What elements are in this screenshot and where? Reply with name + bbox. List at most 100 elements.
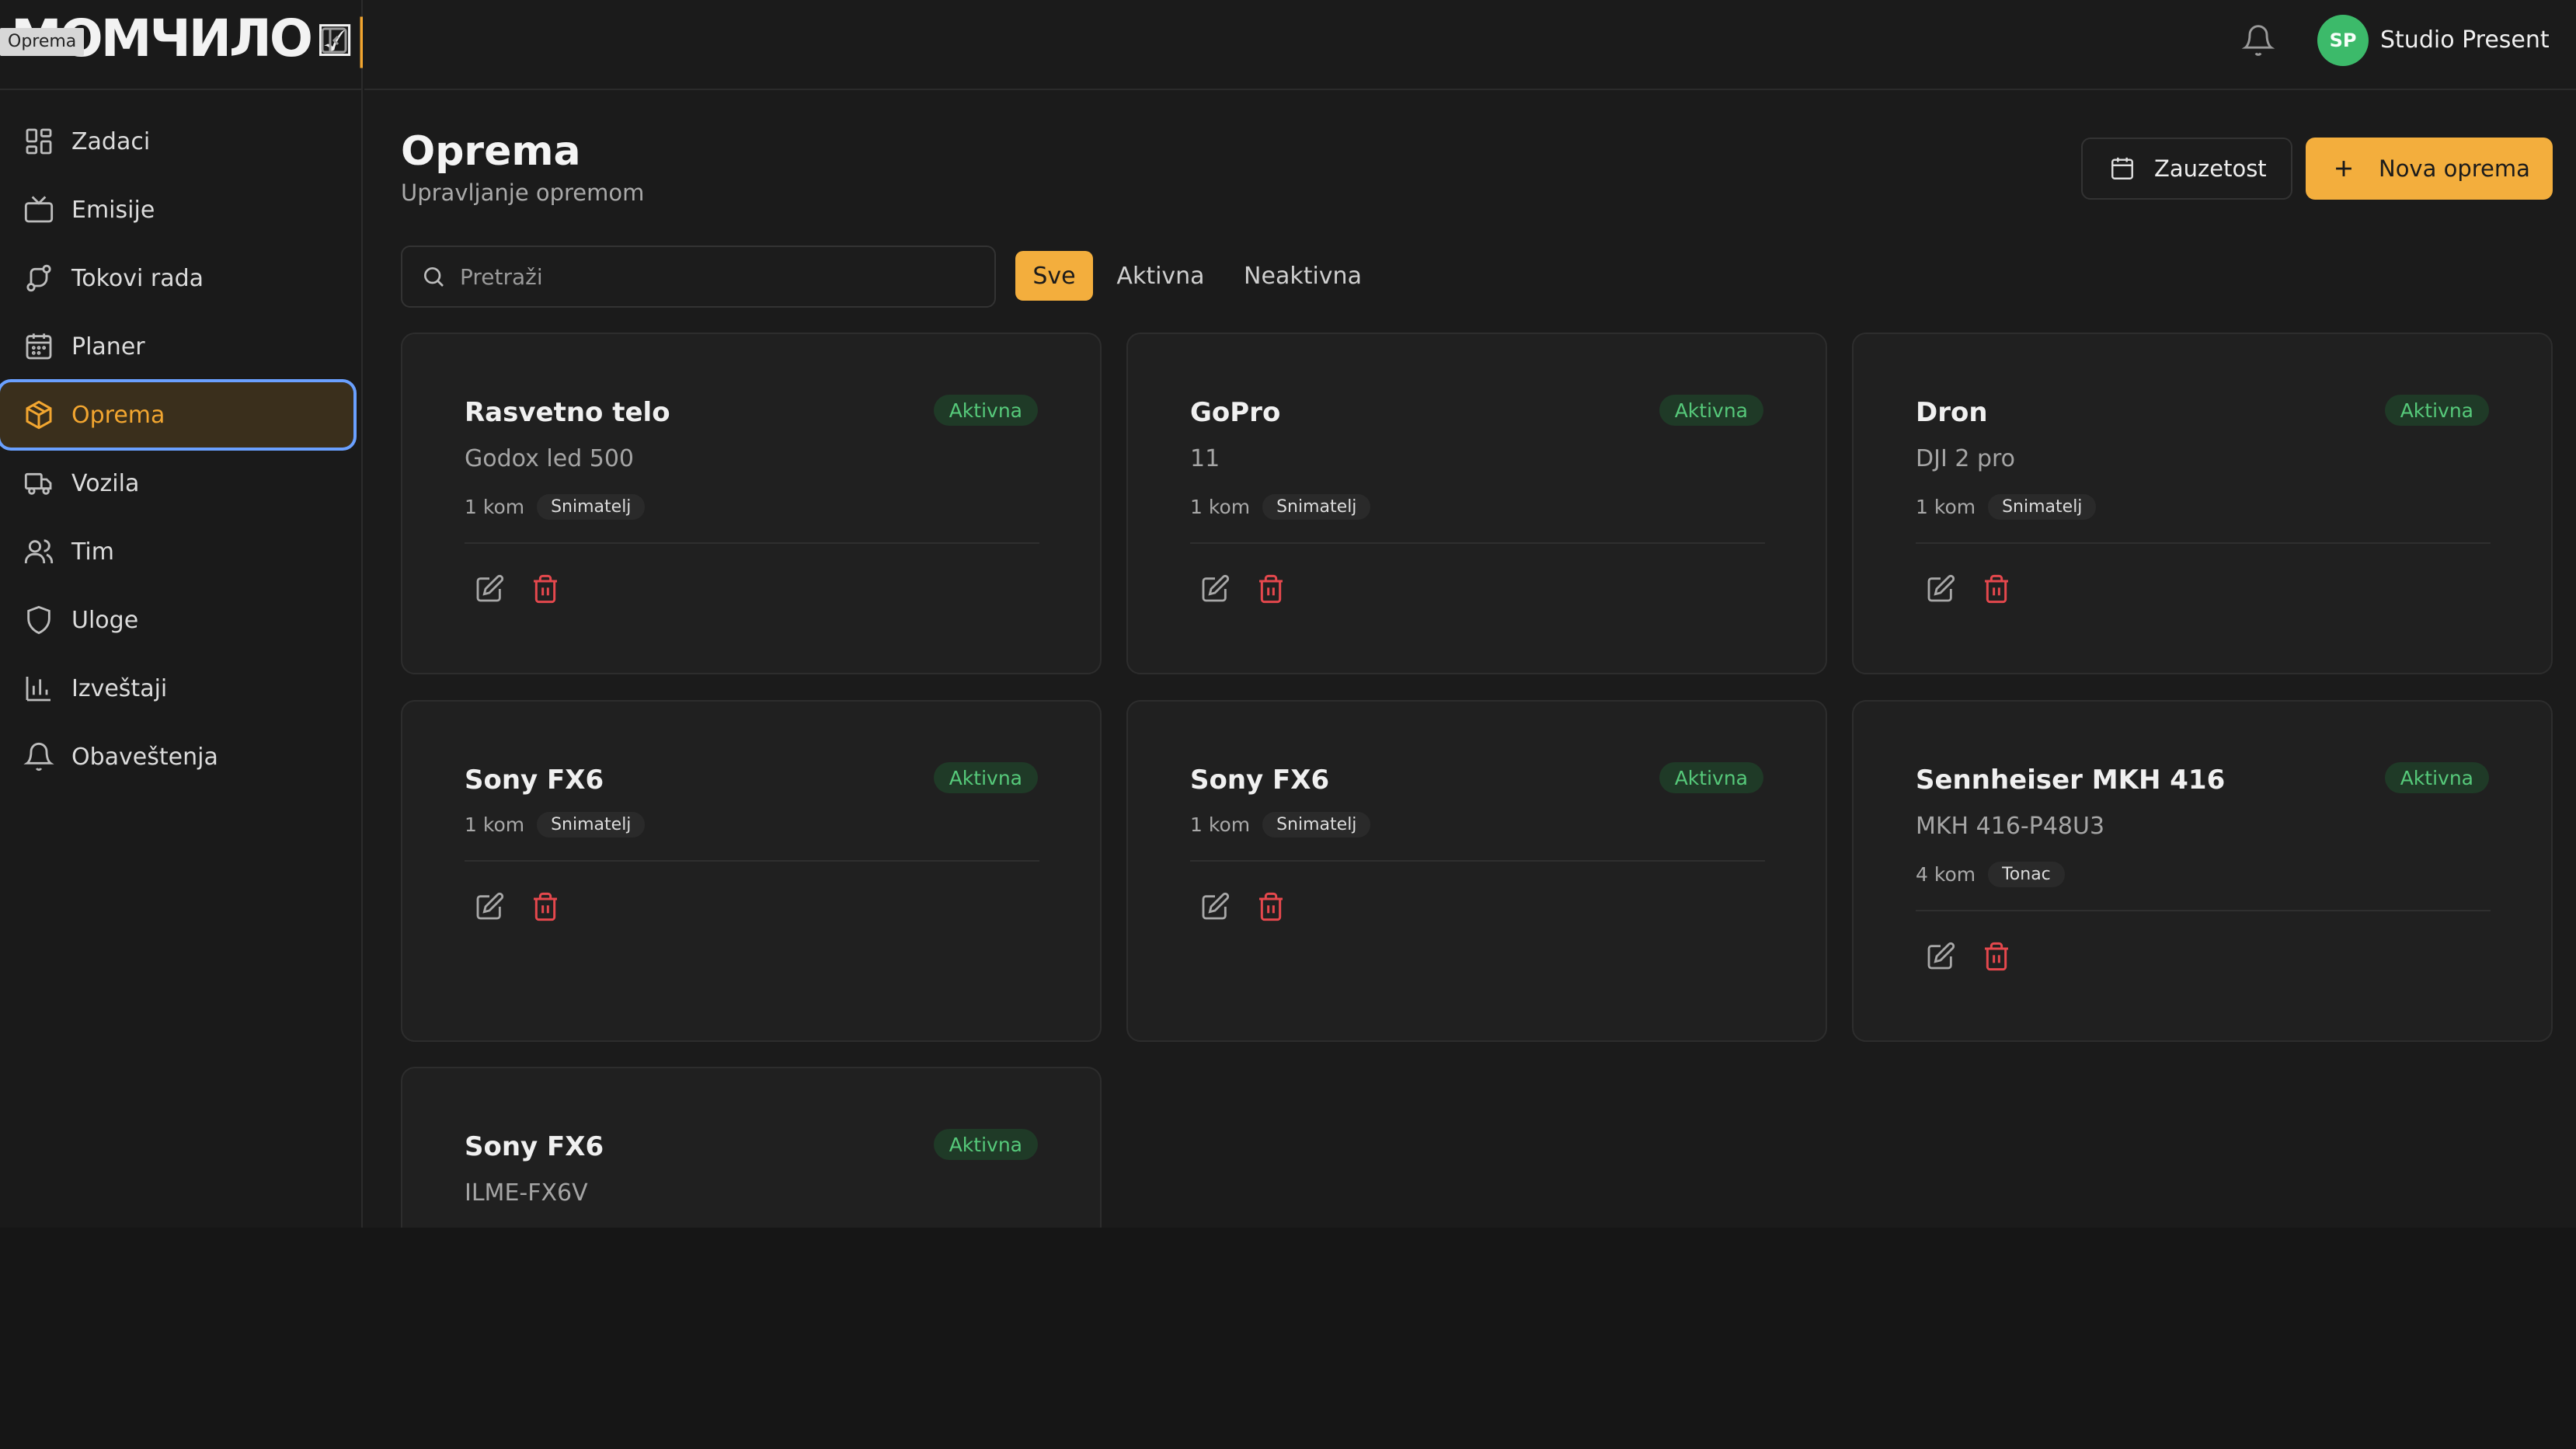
notifications-bell-icon[interactable]	[2241, 23, 2275, 57]
edit-icon[interactable]	[474, 573, 505, 604]
equipment-name: GoPro	[1190, 397, 1281, 428]
equipment-card[interactable]: Dron Aktivna DJI 2 pro 1 kom Snimatelj	[1852, 333, 2553, 674]
card-divider	[1916, 542, 2491, 544]
equipment-card[interactable]: Sony FX6 Aktivna ILME-FX6V	[401, 1067, 1102, 1228]
equipment-name: Sennheiser MKH 416	[1916, 765, 2226, 796]
sidebar-item-label: Emisije	[71, 196, 155, 224]
sidebar: МОМЧИЛО☑|☒ Oprema Zadaci Emisije Tokovi …	[0, 0, 363, 1228]
equipment-meta: 1 kom Snimatelj	[1916, 494, 2097, 520]
status-badge: Aktivna	[2384, 762, 2489, 793]
equipment-quantity: 1 kom	[1190, 813, 1251, 836]
delete-icon[interactable]	[1255, 891, 1286, 922]
sidebar-item-planer[interactable]: Planer	[0, 314, 353, 379]
edit-icon[interactable]	[1925, 573, 1956, 604]
user-name[interactable]: Studio Present	[2380, 23, 2550, 57]
delete-icon[interactable]	[1981, 573, 2012, 604]
sidebar-item-zadaci[interactable]: Zadaci	[0, 109, 353, 174]
equipment-model: 11	[1190, 445, 1220, 472]
delete-icon[interactable]	[1255, 573, 1286, 604]
delete-icon[interactable]	[530, 891, 561, 922]
equipment-name: Sony FX6	[1190, 765, 1330, 796]
filter-tab-neaktivna[interactable]: Neaktivna	[1238, 251, 1367, 301]
equipment-meta: 1 kom Snimatelj	[1190, 494, 1371, 520]
sidebar-item-label: Obaveštenja	[71, 743, 218, 771]
role-tag: Snimatelj	[537, 494, 646, 520]
filter-tab-sve[interactable]: Sve	[1015, 251, 1093, 301]
app-window: МОМЧИЛО☑|☒ Oprema Zadaci Emisije Tokovi …	[0, 0, 2576, 1228]
occupancy-button[interactable]: Zauzetost	[2081, 138, 2292, 200]
status-badge: Aktivna	[933, 762, 1038, 793]
role-tag: Snimatelj	[537, 812, 646, 838]
equipment-meta: 4 kom Tonac	[1916, 862, 2065, 887]
status-badge: Aktivna	[1659, 762, 1763, 793]
filter-tab-aktivna[interactable]: Aktivna	[1107, 251, 1214, 301]
nav-tooltip: Oprema	[0, 28, 85, 56]
bar-chart-icon	[26, 677, 50, 702]
equipment-model: Godox led 500	[465, 445, 634, 472]
sidebar-item-tokovi-rada[interactable]: Tokovi rada	[0, 246, 353, 311]
edit-icon[interactable]	[1199, 573, 1231, 604]
sidebar-item-tim[interactable]: Tim	[0, 519, 353, 584]
sidebar-item-label: Oprema	[71, 401, 165, 429]
equipment-name: Sony FX6	[465, 765, 604, 796]
truck-icon	[24, 472, 52, 495]
brand-header: МОМЧИЛО☑|☒ Oprema	[0, 0, 363, 90]
edit-icon[interactable]	[474, 891, 505, 922]
role-tag: Snimatelj	[1262, 812, 1371, 838]
sidebar-item-vozila[interactable]: Vozila	[0, 451, 353, 516]
sidebar-item-label: Izveštaji	[71, 674, 168, 702]
calendar-icon	[26, 333, 52, 360]
card-divider	[1190, 542, 1765, 544]
sidebar-item-obavestenja[interactable]: Obaveštenja	[0, 724, 353, 789]
calendar-icon	[2111, 157, 2133, 179]
equipment-card[interactable]: GoPro Aktivna 11 1 kom Snimatelj	[1126, 333, 1827, 674]
sidebar-item-izvestaji[interactable]: Izveštaji	[0, 656, 353, 721]
workflow-icon	[26, 264, 51, 292]
new-equipment-button-label: Nova oprema	[2379, 155, 2530, 182]
status-badge: Aktivna	[933, 395, 1038, 426]
topbar: SP Studio Present	[364, 0, 2576, 90]
sidebar-item-label: Uloge	[71, 606, 139, 634]
sidebar-item-oprema[interactable]: Oprema	[0, 382, 353, 448]
status-badge: Aktivna	[1659, 395, 1763, 426]
card-divider	[465, 542, 1039, 544]
equipment-model: MKH 416-P48U3	[1916, 813, 2105, 840]
equipment-name: Dron	[1916, 397, 1988, 428]
card-divider	[1916, 910, 2491, 911]
equipment-quantity: 1 kom	[1916, 496, 1976, 518]
page-subtitle: Upravljanje opremom	[401, 179, 645, 206]
delete-icon[interactable]	[1981, 941, 2012, 972]
sidebar-item-emisije[interactable]: Emisije	[0, 177, 353, 242]
sidebar-collapse-icon[interactable]	[319, 25, 350, 56]
grid-icon	[26, 128, 52, 155]
package-icon	[26, 400, 52, 430]
equipment-quantity: 1 kom	[465, 813, 525, 836]
sidebar-item-label: Tokovi rada	[71, 264, 204, 292]
occupancy-button-label: Zauzetost	[2154, 155, 2267, 182]
edit-icon[interactable]	[1925, 941, 1956, 972]
equipment-card[interactable]: Sony FX6 Aktivna 1 kom Snimatelj	[1126, 700, 1827, 1042]
new-equipment-button[interactable]: Nova oprema	[2306, 138, 2553, 200]
equipment-quantity: 1 kom	[465, 496, 525, 518]
search-input[interactable]	[460, 263, 973, 290]
equipment-quantity: 1 kom	[1190, 496, 1251, 518]
equipment-name: Sony FX6	[465, 1131, 604, 1162]
edit-icon[interactable]	[1199, 891, 1231, 922]
status-badge: Aktivna	[2384, 395, 2489, 426]
delete-icon[interactable]	[530, 573, 561, 604]
role-tag: Snimatelj	[1262, 494, 1371, 520]
role-tag: Tonac	[1988, 862, 2065, 887]
bell-icon	[23, 742, 54, 772]
sidebar-item-uloge[interactable]: Uloge	[0, 587, 353, 653]
avatar[interactable]: SP	[2317, 15, 2369, 66]
equipment-card[interactable]: Rasvetno telo Aktivna Godox led 500 1 ko…	[401, 333, 1102, 674]
equipment-model: DJI 2 pro	[1916, 445, 2016, 472]
equipment-quantity: 4 kom	[1916, 863, 1976, 886]
shield-icon	[27, 605, 50, 635]
equipment-card[interactable]: Sony FX6 Aktivna 1 kom Snimatelj	[401, 700, 1102, 1042]
card-divider	[1190, 860, 1765, 862]
equipment-meta: 1 kom Snimatelj	[465, 494, 646, 520]
plus-icon	[2336, 161, 2351, 176]
equipment-meta: 1 kom Snimatelj	[465, 812, 646, 838]
equipment-card[interactable]: Sennheiser MKH 416 Aktivna MKH 416-P48U3…	[1852, 700, 2553, 1042]
